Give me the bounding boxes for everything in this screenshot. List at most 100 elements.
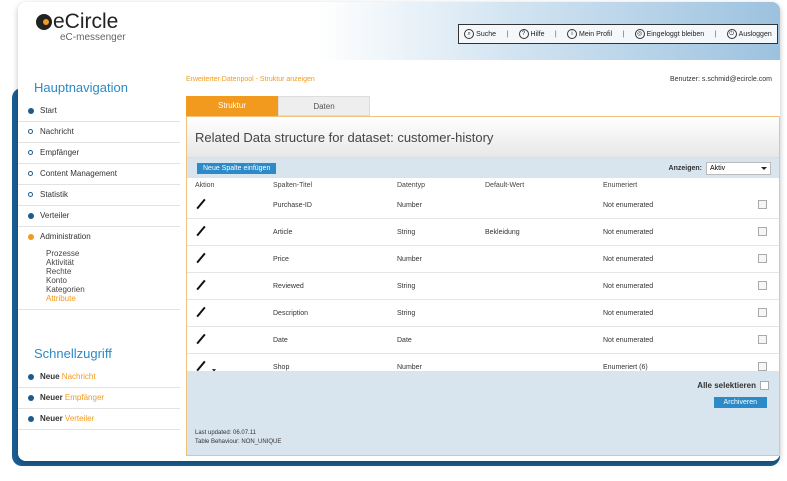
quick-new-message[interactable]: Neue Nachricht — [18, 367, 180, 388]
current-user: Benutzer: s.schmid@ecircle.com — [669, 76, 772, 83]
logout-link[interactable]: ⏻ Ausloggen — [726, 29, 772, 39]
table-row: Date Date Not enumerated — [187, 326, 779, 354]
logout-icon: ⏻ — [726, 29, 737, 39]
select-cell — [753, 326, 779, 354]
help-label: Hilfe — [530, 30, 545, 38]
table-row: Reviewed String Not enumerated — [187, 272, 779, 300]
breadcrumb[interactable]: Erweiterter Datenpool - Struktur anzeige… — [186, 76, 315, 83]
column-header-enumerated: Enumeriert — [603, 181, 638, 189]
edit-pencil-icon[interactable] — [195, 333, 207, 345]
row-checkbox[interactable] — [758, 199, 767, 209]
select-all[interactable]: Alle selektieren — [697, 381, 769, 390]
toolbar-separator: | — [622, 30, 625, 38]
table-toolbar: Neue Spalte einfügen Anzeigen: Aktiv — [187, 158, 779, 178]
edit-pencil-icon[interactable] — [195, 279, 207, 291]
action-cell — [187, 299, 273, 327]
action-cell — [187, 272, 273, 300]
enum-cell: Not enumerated — [603, 272, 753, 300]
submenu-item-aktivitaet[interactable]: Aktivität — [18, 258, 180, 267]
title-cell: Price — [273, 245, 397, 273]
stay-logged-in-label: Eingeloggt bleiben — [646, 30, 705, 38]
profile-icon: i — [567, 29, 577, 39]
column-header-default: Default-Wert — [485, 181, 525, 189]
action-cell — [187, 245, 273, 273]
edit-pencil-icon[interactable] — [195, 306, 207, 318]
profile-label: Mein Profil — [579, 30, 613, 38]
quick-new-distribution[interactable]: Neuer Verteiler — [18, 409, 180, 430]
archive-button[interactable]: Archiveren — [713, 397, 767, 408]
structure-table: Aktion Spalten-Titel Datentyp Default-We… — [187, 178, 779, 381]
bullet-ring-icon — [28, 129, 33, 134]
select-all-checkbox[interactable] — [760, 381, 769, 390]
product-name: eC-messenger — [60, 32, 126, 43]
enum-cell: Not enumerated — [603, 299, 753, 327]
sidebar: Hauptnavigation Start Nachricht Empfänge… — [18, 60, 180, 461]
stay-logged-in-link[interactable]: ◎ Eingeloggt bleiben — [634, 29, 705, 39]
column-header-title: Spalten-Titel — [273, 181, 313, 189]
show-select[interactable]: Aktiv — [706, 162, 771, 175]
column-header-type: Datentyp — [397, 181, 426, 189]
quick-prefix: Neuer — [40, 414, 63, 423]
select-cell — [753, 218, 779, 246]
column-header-action: Aktion — [195, 181, 215, 189]
row-checkbox[interactable] — [758, 280, 767, 290]
enum-cell: Not enumerated — [603, 326, 753, 354]
quick-prefix: Neue — [40, 372, 60, 381]
bullet-icon — [28, 395, 34, 401]
row-checkbox[interactable] — [758, 307, 767, 317]
edit-pencil-icon[interactable] — [195, 225, 207, 237]
tab-struktur[interactable]: Struktur — [186, 96, 278, 116]
bullet-ring-icon — [28, 171, 33, 176]
sidebar-item-nachricht[interactable]: Nachricht — [18, 122, 180, 143]
edit-pencil-icon[interactable] — [195, 252, 207, 264]
toolbar-separator: | — [714, 30, 717, 38]
top-toolbar: ⌕ Suche | ? Hilfe | i Mein Profil | ◎ Eingel… — [458, 24, 778, 44]
sidebar-item-empfaenger[interactable]: Empfänger — [18, 143, 180, 164]
type-cell: Number — [397, 245, 485, 273]
row-checkbox[interactable] — [758, 226, 767, 236]
submenu-item-attribute[interactable]: Attribute — [18, 294, 180, 303]
header: eCircle eC-messenger ⌕ Suche | ? Hilfe | i… — [18, 2, 780, 60]
title-cell: Description — [273, 299, 397, 327]
ecircle-logo-icon — [36, 14, 52, 30]
row-checkbox[interactable] — [758, 253, 767, 263]
submenu-item-konto[interactable]: Konto — [18, 276, 180, 285]
quick-label: Nachricht — [61, 372, 96, 381]
stay-logged-in-icon: ◎ — [634, 29, 645, 39]
sidebar-item-label: Nachricht — [40, 127, 74, 136]
sidebar-item-start[interactable]: Start — [18, 101, 180, 122]
sidebar-item-content-management[interactable]: Content Management — [18, 164, 180, 185]
quick-access-title: Schnellzugriff — [34, 346, 112, 361]
submenu-item-rechte[interactable]: Rechte — [18, 267, 180, 276]
sidebar-item-label: Verteiler — [40, 211, 70, 220]
submenu-item-prozesse[interactable]: Prozesse — [18, 249, 180, 258]
table-meta: Last updated: 06.07.11 Table Behaviour: … — [195, 429, 281, 447]
title-cell: Purchase-ID — [273, 192, 397, 219]
edit-pencil-icon[interactable] — [195, 198, 207, 210]
app-window: eCircle eC-messenger ⌕ Suche | ? Hilfe | i… — [18, 2, 780, 461]
default-cell — [485, 192, 603, 219]
action-cell — [187, 192, 273, 219]
row-checkbox[interactable] — [758, 361, 767, 371]
submenu-item-kategorien[interactable]: Kategorien — [18, 285, 180, 294]
tab-daten[interactable]: Daten — [278, 96, 370, 116]
search-link[interactable]: ⌕ Suche — [464, 29, 496, 39]
main-content: Erweiterter Datenpool - Struktur anzeige… — [186, 60, 780, 461]
add-column-button[interactable]: Neue Spalte einfügen — [197, 163, 277, 174]
table-row: Article String Bekleidung Not enumerated — [187, 218, 779, 246]
select-cell — [753, 245, 779, 273]
help-icon: ? — [518, 29, 529, 39]
toolbar-separator: | — [506, 30, 509, 38]
sidebar-item-verteiler[interactable]: Verteiler — [18, 206, 180, 227]
show-select-value: Aktiv — [710, 165, 726, 172]
row-checkbox[interactable] — [758, 334, 767, 344]
sidebar-item-administration[interactable]: Administration — [18, 227, 180, 247]
sidebar-item-label: Start — [40, 106, 57, 115]
quick-new-recipient[interactable]: Neuer Empfänger — [18, 388, 180, 409]
sidebar-item-label: Administration — [40, 232, 91, 241]
sidebar-item-statistik[interactable]: Statistik — [18, 185, 180, 206]
help-link[interactable]: ? Hilfe — [518, 29, 545, 39]
logout-label: Ausloggen — [738, 30, 772, 38]
bullet-icon — [28, 416, 34, 422]
profile-link[interactable]: i Mein Profil — [567, 29, 612, 39]
